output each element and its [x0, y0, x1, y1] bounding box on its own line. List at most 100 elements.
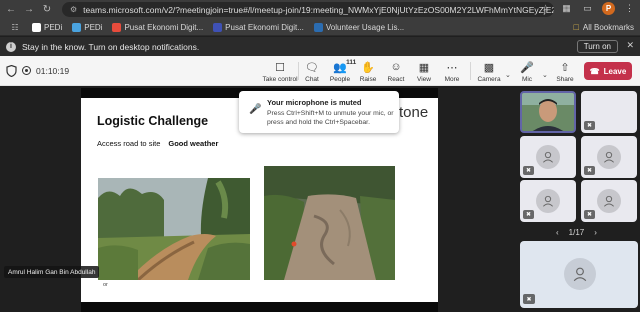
more-icon: ⋯ — [446, 61, 458, 74]
shield-icon — [6, 65, 17, 77]
reload-icon[interactable]: ↻ — [40, 3, 54, 17]
chevron-left-icon[interactable]: ‹ — [556, 228, 559, 237]
slide-subtitle-text: Access road to site — [97, 139, 161, 148]
avatar — [597, 189, 621, 213]
bookmark-favicon-icon — [313, 22, 323, 32]
gallery-pager: ‹ 1/17 › — [556, 228, 597, 237]
slide-note: or — [103, 282, 108, 288]
participant-video — [522, 93, 574, 131]
folder-icon: □ — [573, 22, 579, 32]
react-label: React — [387, 76, 405, 83]
back-icon[interactable]: ← — [4, 3, 18, 17]
divider — [470, 62, 471, 80]
leave-label: Leave — [603, 66, 627, 76]
menu-icon[interactable]: ⋮ — [623, 2, 636, 15]
sidebar-icon[interactable]: ▭ — [581, 2, 594, 15]
chevron-down-icon[interactable]: ⌄ — [505, 71, 511, 79]
bookmark-label: Pusat Ekonomi Digit... — [225, 22, 304, 32]
mic-button[interactable]: 🎤 Mic — [511, 60, 543, 84]
bookmark-favicon-icon — [72, 22, 82, 32]
profile-avatar[interactable]: P — [602, 2, 615, 15]
turn-on-button[interactable]: Turn on — [576, 40, 618, 53]
take-control-button[interactable]: ☐ Take control — [262, 60, 297, 84]
more-button[interactable]: ⋯ More — [436, 60, 468, 84]
bookmark-item[interactable]: Pusat Ekonomi Digit... — [112, 22, 203, 32]
extensions-icon[interactable]: ▦ — [560, 2, 573, 15]
mic-label: Mic — [521, 76, 533, 83]
smiley-icon: ☺ — [390, 61, 402, 73]
camera-label: Camera — [477, 76, 501, 83]
bookmark-favicon-icon — [112, 22, 122, 32]
browser-toolbar: ← → ↻ ⚙ teams.microsoft.com/v2/?meetingj… — [0, 0, 640, 19]
bookmarks-bar: ☷ PEDi PEDi Pusat Ekonomi Digit... Pusat… — [0, 19, 640, 36]
take-control-icon: ☐ — [275, 61, 285, 74]
notification-text: Stay in the know. Turn on desktop notifi… — [22, 41, 200, 52]
chat-label: Chat — [305, 76, 319, 83]
participant-tile[interactable]: ✖ — [581, 136, 637, 178]
people-label: People — [329, 76, 351, 83]
toast-body: Press Ctrl+Shift+M to unmute your mic, o… — [267, 110, 394, 126]
more-label: More — [444, 76, 460, 83]
bookmark-item[interactable]: PEDi — [32, 22, 63, 32]
mic-off-icon: 🎤 — [249, 104, 262, 115]
share-button[interactable]: ⇧ Share — [549, 60, 581, 84]
bookmark-label: PEDi — [44, 22, 63, 32]
mic-off-icon: 🎤 — [520, 61, 534, 74]
raise-label: Raise — [359, 76, 377, 83]
mic-off-icon: ✖ — [584, 166, 595, 175]
slide-brand-text: tone — [399, 104, 429, 121]
all-bookmarks-label: All Bookmarks — [582, 22, 634, 32]
address-bar[interactable]: ⚙ teams.microsoft.com/v2/?meetingjoin=tr… — [62, 2, 554, 17]
participant-tile-video[interactable] — [520, 91, 576, 133]
close-icon[interactable]: ✕ — [626, 40, 634, 51]
bookmark-favicon-icon — [32, 22, 41, 32]
mic-off-icon: ✖ — [523, 210, 534, 219]
mic-off-icon: ✖ — [584, 210, 595, 219]
chevron-right-icon[interactable]: › — [594, 228, 597, 237]
recording-icon — [22, 66, 31, 75]
bookmark-favicon-icon — [213, 22, 223, 32]
info-icon: i — [6, 41, 16, 52]
slide-letterbox — [81, 302, 438, 312]
avatar — [564, 258, 596, 290]
participant-tile[interactable]: ✖ — [520, 136, 576, 178]
bookmark-item[interactable]: PEDi — [72, 22, 102, 32]
mic-off-icon: ✖ — [584, 121, 595, 130]
grid-icon: ▦ — [418, 61, 430, 74]
slide-title: Logistic Challenge — [97, 114, 209, 128]
avatar — [536, 145, 560, 169]
participant-tile-large[interactable]: ✖ — [520, 241, 638, 308]
bookmark-star-icon[interactable]: ☆ — [539, 2, 552, 15]
toast-title: Your microphone is muted — [267, 98, 362, 107]
bookmark-item[interactable]: Pusat Ekonomi Digit... — [213, 22, 304, 32]
bookmark-label: Volunteer Usage Lis... — [325, 22, 405, 32]
participant-tile[interactable]: ✖ — [581, 91, 637, 133]
share-label: Share — [556, 76, 574, 83]
page-indicator: 1/17 — [568, 228, 585, 237]
chevron-down-icon[interactable]: ⌄ — [542, 71, 548, 79]
road-photo-left — [98, 178, 250, 280]
road-photo-right — [264, 166, 395, 280]
participant-tile[interactable]: ✖ — [520, 180, 576, 222]
bookmark-item[interactable]: Volunteer Usage Lis... — [313, 22, 405, 32]
avatar — [597, 145, 621, 169]
hand-icon: ✋ — [361, 61, 375, 74]
share-icon: ⇧ — [560, 61, 570, 74]
participant-tile[interactable]: ✖ — [581, 180, 637, 222]
apps-icon[interactable]: ☷ — [8, 20, 22, 34]
site-info-icon[interactable]: ⚙ — [70, 5, 77, 14]
forward-icon[interactable]: → — [22, 3, 36, 17]
meeting-toolbar: 01:10:19 ☐ Take control 🗨 Chat 👥 111 Peop… — [0, 56, 640, 86]
slide-subtitle-bold: Good weather — [168, 139, 219, 148]
camera-button[interactable]: ▩ Camera — [473, 60, 505, 84]
phone-icon: ☎ — [589, 66, 600, 76]
url-text: teams.microsoft.com/v2/?meetingjoin=true… — [83, 4, 554, 15]
slide-subtitle: Access road to site Good weather — [97, 139, 218, 148]
meeting-timer: 01:10:19 — [36, 66, 70, 76]
leave-button[interactable]: ☎ Leave — [584, 62, 632, 80]
people-icon: 👥 111 — [333, 59, 357, 74]
mic-off-icon: ✖ — [523, 166, 534, 175]
chat-icon: 🗨 — [305, 61, 319, 74]
all-bookmarks[interactable]: □ All Bookmarks — [573, 22, 634, 32]
view-label: View — [417, 76, 431, 83]
